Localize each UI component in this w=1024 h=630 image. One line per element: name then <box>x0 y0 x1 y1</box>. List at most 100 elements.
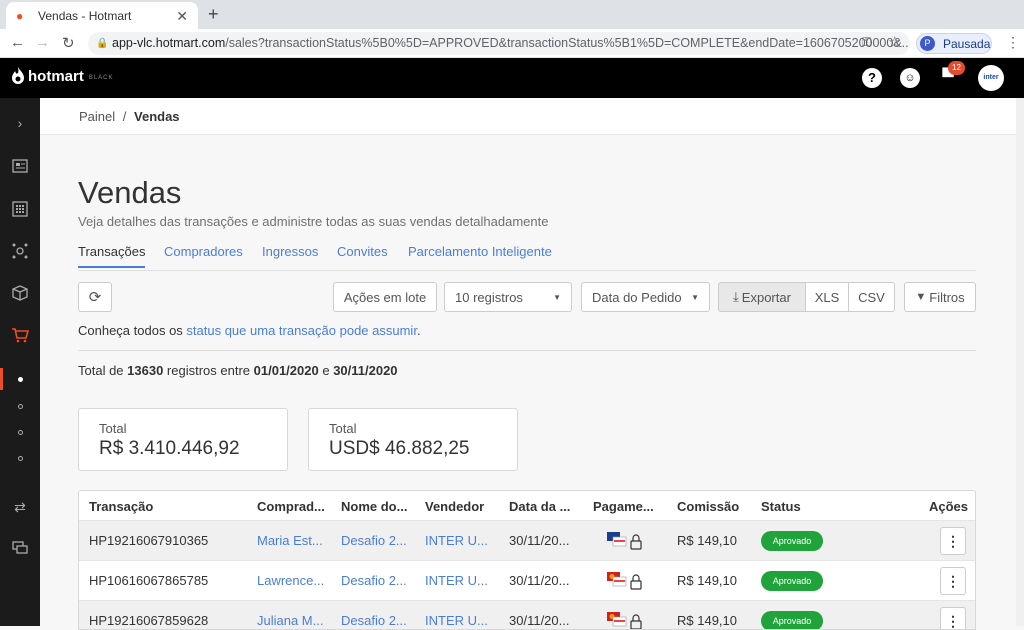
refresh-button[interactable]: ⟳ <box>78 282 112 312</box>
column-header[interactable]: Nome do... <box>341 499 407 514</box>
submenu-dot[interactable] <box>18 430 23 435</box>
column-header[interactable]: Status <box>761 499 801 514</box>
forward-icon[interactable]: → <box>35 34 50 51</box>
star-icon[interactable]: ☆ <box>888 33 901 51</box>
column-header[interactable]: Vendedor <box>425 499 484 514</box>
tab-transacoes[interactable]: Transações <box>78 244 146 268</box>
cart-icon[interactable] <box>0 320 40 350</box>
table-row[interactable]: HP19216067910365 Maria Est... Desafio 2.… <box>79 520 975 560</box>
network-icon[interactable] <box>0 236 40 266</box>
seller-link[interactable]: INTER U... <box>425 533 488 548</box>
browser-toolbar: ← → ↻ 🔒 app-vlc.hotmart.com/sales?transa… <box>0 29 1024 58</box>
reload-icon[interactable]: ↻ <box>62 34 75 52</box>
total-usd-card: Total USD$ 46.882,25 <box>308 408 518 471</box>
messages-icon[interactable] <box>0 534 40 564</box>
product-link[interactable]: Desafio 2... <box>341 573 407 588</box>
column-header[interactable]: Data da ... <box>509 499 570 514</box>
breadcrumb-separator: / <box>122 109 127 124</box>
export-button[interactable]: ⤓ Exportar <box>718 282 806 312</box>
filter-icon: ▼ <box>915 291 927 303</box>
scrollbar[interactable] <box>1016 98 1024 626</box>
filters-button[interactable]: ▼ Filtros <box>904 282 976 312</box>
dashboard-icon[interactable] <box>0 152 40 182</box>
product-link[interactable]: Desafio 2... <box>341 533 407 548</box>
tab-convites[interactable]: Convites <box>337 244 388 259</box>
column-header: Ações <box>929 499 969 514</box>
browser-tab[interactable]: ● Vendas - Hotmart ✕ <box>6 2 198 29</box>
commission: R$ 149,10 <box>677 573 737 588</box>
records-summary: Total de 13630 registros entre 01/01/202… <box>78 363 398 378</box>
transaction-id[interactable]: HP10616067865785 <box>89 573 208 588</box>
apps-grid-icon[interactable] <box>0 194 40 224</box>
lock-icon: 🔒 <box>96 38 109 49</box>
submenu-dot-active[interactable] <box>18 377 23 382</box>
column-header[interactable]: Comprad... <box>257 499 325 514</box>
row-actions-button[interactable]: ⋮ <box>940 607 966 629</box>
expand-icon[interactable]: › <box>0 108 40 138</box>
export-label: Exportar <box>741 289 791 305</box>
vertical-dots-icon: ⋮ <box>946 573 960 589</box>
transaction-id[interactable]: HP19216067910365 <box>89 533 208 548</box>
back-icon[interactable]: ← <box>10 34 25 51</box>
profile-label: Pausada <box>943 36 991 51</box>
xls-button[interactable]: XLS <box>805 282 849 312</box>
breadcrumb-root[interactable]: Painel <box>79 109 115 124</box>
tab-parcelamento[interactable]: Parcelamento Inteligente <box>408 244 552 259</box>
status-badge: Aprovado <box>761 531 823 551</box>
buyer-link[interactable]: Lawrence... <box>257 573 324 588</box>
logo-suffix: BLACK <box>88 75 114 81</box>
address-bar[interactable]: 🔒 app-vlc.hotmart.com/sales?transactionS… <box>88 32 910 55</box>
divider <box>78 350 976 351</box>
hotmart-logo[interactable]: hotmart BLACK <box>11 67 114 85</box>
column-header[interactable]: Comissão <box>677 499 739 514</box>
summary-text: registros entre <box>163 363 254 378</box>
hotmart-flame-icon: ● <box>16 8 24 23</box>
page-subtitle: Veja detalhes das transações e administr… <box>78 214 549 229</box>
profile-button[interactable]: P Pausada <box>916 33 992 54</box>
submenu-dot[interactable] <box>18 456 23 461</box>
row-actions-button[interactable]: ⋮ <box>940 567 966 595</box>
date-filter-select[interactable]: Data do Pedido ▼ <box>581 282 710 312</box>
close-icon[interactable]: ✕ <box>176 8 188 25</box>
vertical-dots-icon: ⋮ <box>946 613 960 629</box>
new-tab-icon[interactable]: + <box>208 4 219 25</box>
url-path: /sales?transactionStatus%5B0%5D=APPROVED… <box>225 36 910 50</box>
logo-text: hotmart <box>28 67 84 85</box>
note-suffix: . <box>416 323 421 338</box>
order-date: 30/11/20... <box>509 573 570 588</box>
vertical-dots-icon: ⋮ <box>946 533 960 549</box>
buyer-link[interactable]: Maria Est... <box>257 533 323 548</box>
status-badge: Aprovado <box>761 571 823 591</box>
card-payment-icon <box>607 572 642 590</box>
date-filter-value: Data do Pedido <box>592 289 682 305</box>
tab-compradores[interactable]: Compradores <box>164 244 243 259</box>
table-row[interactable]: HP10616067865785 Lawrence... Desafio 2..… <box>79 560 975 600</box>
menu-icon[interactable]: ⋮ <box>1006 34 1020 51</box>
product-box-icon[interactable] <box>0 278 40 308</box>
browser-tabstrip: ● Vendas - Hotmart ✕ + <box>0 0 1024 29</box>
bulk-actions-button[interactable]: Ações em lote <box>333 282 437 312</box>
download-icon: ⤓ <box>733 289 739 304</box>
breadcrumb-current: Vendas <box>134 109 180 124</box>
refresh-icon: ⟳ <box>88 289 102 306</box>
submenu-dot[interactable] <box>18 404 23 409</box>
seller-link[interactable]: INTER U... <box>425 573 488 588</box>
card-payment-icon <box>607 612 642 629</box>
csv-button[interactable]: CSV <box>848 282 895 312</box>
column-header[interactable]: Pagame... <box>593 499 654 514</box>
help-icon[interactable]: ? <box>862 68 882 88</box>
tab-title: Vendas - Hotmart <box>38 8 132 23</box>
status-link[interactable]: status que uma transação pode assumir <box>186 323 417 338</box>
filters-label: Filtros <box>929 289 965 305</box>
row-actions-button[interactable]: ⋮ <box>940 527 966 555</box>
sync-icon[interactable]: ⇄ <box>0 492 40 522</box>
key-icon[interactable]: ⚿ <box>862 35 871 50</box>
summary-text: Total de <box>78 363 128 378</box>
avatar[interactable]: inter <box>978 65 1004 91</box>
tab-ingressos[interactable]: Ingressos <box>262 244 318 259</box>
community-icon[interactable]: ☺ <box>900 68 920 88</box>
column-header[interactable]: Transação <box>89 499 153 514</box>
card-value: USD$ 46.882,25 <box>329 438 470 459</box>
page-size-select[interactable]: 10 registros ▼ <box>444 282 572 312</box>
end-date: 30/11/2020 <box>333 363 398 378</box>
